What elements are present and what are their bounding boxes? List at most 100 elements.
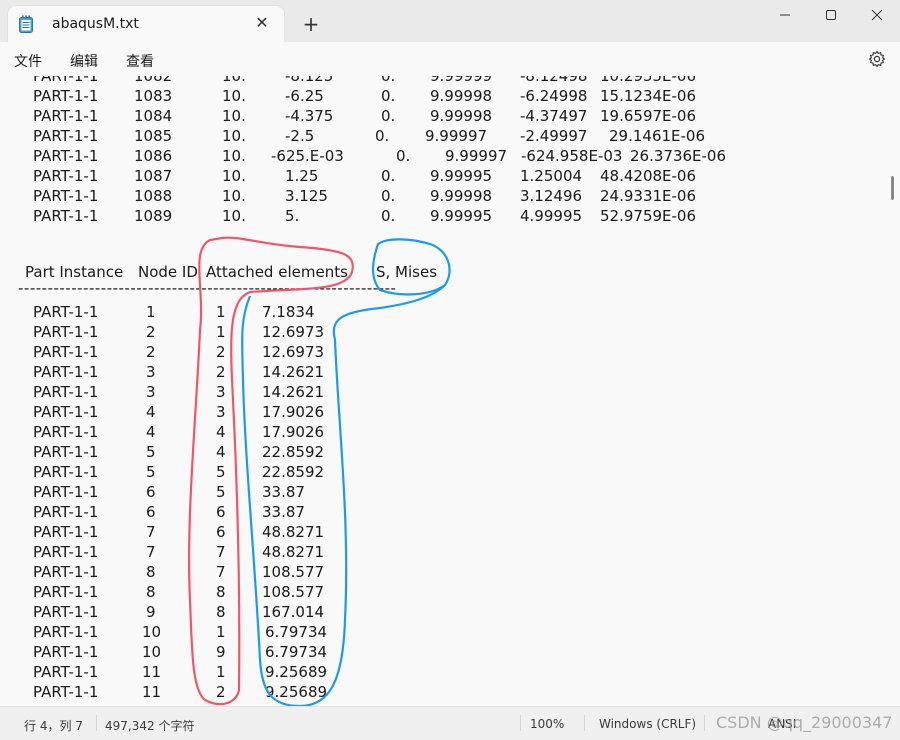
cell-col-6: 9.99998: [430, 87, 493, 105]
table-row: PART-1-1 4 4 17.9026: [0, 423, 880, 443]
cell-s-mises: 14.2621: [262, 363, 325, 381]
table-row: PART-1-1 7 6 48.8271: [0, 523, 880, 543]
header-node-id: Node ID: [138, 263, 198, 281]
cell-part-instance: PART-1-1: [33, 107, 99, 125]
cell-attached-element: 1: [216, 303, 226, 321]
cell-part-instance: PART-1-1: [33, 76, 99, 85]
cell-col-7: -2.49997: [520, 127, 588, 145]
cell-s-mises: 9.25689: [265, 683, 328, 701]
cell-part-instance: PART-1-1: [33, 643, 99, 661]
cell-node-id: 7: [146, 543, 156, 561]
cell-part-instance: PART-1-1: [33, 603, 99, 621]
cell-s-mises: 48.8271: [262, 523, 325, 541]
cell-col-4: -4.375: [285, 107, 334, 125]
title-bar: abaqusM.txt ✕ +: [0, 0, 900, 42]
cell-part-instance: PART-1-1: [33, 443, 99, 461]
cell-col-6: 9.99995: [430, 207, 493, 225]
cell-col-4: -6.25: [285, 87, 324, 105]
cell-col-6: 9.99997: [425, 127, 488, 145]
cell-s-mises: 9.25689: [265, 663, 328, 681]
cell-col-8: 19.6597E-06: [600, 107, 697, 125]
cell-col-6: 9.99995: [430, 167, 493, 185]
cell-s-mises: 167.014: [262, 603, 325, 621]
table-row: PART-1-1 1086 10. -625.E-03 0. 9.99997 -624.95…: [0, 147, 880, 167]
tab-title: abaqusM.txt: [52, 16, 139, 32]
cell-part-instance: PART-1-1: [33, 167, 99, 185]
plus-icon[interactable]: +: [300, 14, 322, 36]
minimize-icon[interactable]: [762, 4, 808, 30]
cell-col-5: 0.: [381, 167, 396, 185]
table-row: PART-1-1 11 1 9.25689: [0, 663, 880, 683]
cell-s-mises: 22.8592: [262, 443, 325, 461]
cell-node-id: 8: [146, 583, 156, 601]
vertical-scrollbar[interactable]: [887, 76, 900, 706]
table-row: PART-1-1 8 7 108.577: [0, 563, 880, 583]
cell-col-4: -2.5: [285, 127, 315, 145]
cell-s-mises: 7.1834: [262, 303, 315, 321]
cell-node-id: 4: [146, 403, 156, 421]
character-count: 497,342 个字符: [105, 719, 195, 733]
cell-attached-element: 4: [216, 443, 226, 461]
cell-col-4: -8.125: [285, 76, 334, 85]
zoom-level[interactable]: 100%: [530, 717, 564, 731]
table-row: PART-1-1 1082 10. -8.125 0. 9.99999 -8.12498 10…: [0, 76, 880, 87]
cell-node-id: 1086: [134, 147, 173, 165]
cell-node-id: 4: [146, 423, 156, 441]
menu-file[interactable]: 文件: [14, 51, 42, 71]
text-editor[interactable]: Part Instance Node ID Attached elements …: [0, 76, 887, 706]
tab-abaqusM[interactable]: abaqusM.txt ✕: [8, 6, 284, 42]
cell-node-id: 1083: [134, 87, 173, 105]
cell-col-8: 15.1234E-06: [600, 87, 697, 105]
cell-node-id: 10: [142, 643, 162, 661]
window-close-icon[interactable]: [854, 4, 900, 30]
cell-part-instance: PART-1-1: [33, 423, 99, 441]
cell-s-mises: 108.577: [262, 583, 325, 601]
scroll-thumb[interactable]: [891, 176, 894, 200]
cell-part-instance: PART-1-1: [33, 363, 99, 381]
cell-col-4: 3.125: [285, 187, 328, 205]
cell-col-6: 9.99997: [445, 147, 508, 165]
header-part-instance: Part Instance: [25, 263, 124, 281]
cell-part-instance: PART-1-1: [33, 187, 99, 205]
gear-icon[interactable]: [868, 50, 886, 68]
cell-col-7: 4.99995: [520, 207, 583, 225]
cell-attached-element: 6: [216, 503, 226, 521]
cell-part-instance: PART-1-1: [33, 663, 99, 681]
cell-attached-element: 1: [216, 663, 226, 681]
cell-part-instance: PART-1-1: [33, 127, 99, 145]
table-row: PART-1-1 11 2 9.25689: [0, 683, 880, 703]
table-row: PART-1-1 3 2 14.2621: [0, 363, 880, 383]
cursor-position: 行 4，列 7: [24, 719, 83, 733]
cell-attached-element: 1: [216, 323, 226, 341]
cell-attached-element: 2: [216, 683, 226, 701]
cell-node-id: 9: [146, 603, 156, 621]
cell-s-mises: 17.9026: [262, 403, 325, 421]
table-row: PART-1-1 6 5 33.87: [0, 483, 880, 503]
line-endings[interactable]: Windows (CRLF): [599, 717, 696, 731]
cell-node-id: 11: [142, 683, 162, 701]
cell-s-mises: 33.87: [262, 483, 305, 501]
table-row: PART-1-1 10 9 6.79734: [0, 643, 880, 663]
cell-node-id: 2: [146, 323, 156, 341]
maximize-icon[interactable]: [808, 4, 854, 30]
cell-node-id: 11: [142, 663, 162, 681]
menu-view[interactable]: 查看: [126, 51, 154, 71]
cell-col-5: 0.: [381, 107, 396, 125]
cell-node-id: 3: [146, 383, 156, 401]
cell-col-7: 1.25004: [520, 167, 583, 185]
table-row: PART-1-1 3 3 14.2621: [0, 383, 880, 403]
table-row: PART-1-1 8 8 108.577: [0, 583, 880, 603]
cell-attached-element: 5: [216, 483, 226, 501]
cell-attached-element: 7: [216, 563, 226, 581]
cell-col-4: 1.25: [285, 167, 319, 185]
menu-edit[interactable]: 编辑: [70, 51, 98, 71]
cell-attached-element: 3: [216, 383, 226, 401]
table-row: PART-1-1 5 5 22.8592: [0, 463, 880, 483]
table-row: PART-1-1 1085 10. -2.5 0. 9.99997 -2.49997 29.1…: [0, 127, 880, 147]
cell-attached-element: 5: [216, 463, 226, 481]
close-icon[interactable]: ✕: [252, 13, 272, 33]
cell-part-instance: PART-1-1: [33, 683, 99, 701]
cell-attached-element: 9: [216, 643, 226, 661]
cell-s-mises: 6.79734: [265, 643, 328, 661]
cell-part-instance: PART-1-1: [33, 503, 99, 521]
